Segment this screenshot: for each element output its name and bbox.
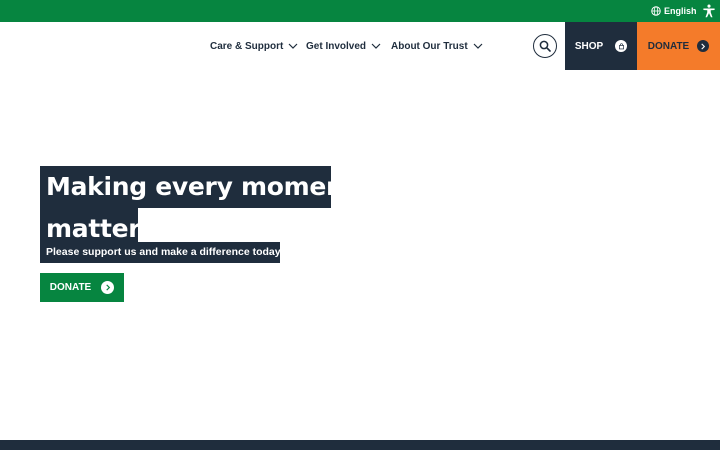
nav-item-get-involved[interactable]: Get Involved — [306, 22, 381, 70]
donate-icon-badge — [697, 40, 710, 52]
search-button[interactable] — [533, 34, 557, 58]
nav-item-label: Care & Support — [210, 40, 284, 52]
language-label: English — [664, 6, 697, 16]
shop-icon-badge — [615, 40, 628, 52]
nav-item-care-support[interactable]: Care & Support — [210, 22, 298, 70]
site-header: Care & Support Get Involved About Our Tr… — [0, 22, 720, 70]
footer-strip — [0, 440, 720, 450]
chevron-right-icon — [105, 284, 110, 291]
nav-item-about-our-trust[interactable]: About Our Trust — [391, 22, 483, 70]
accessibility-icon[interactable] — [702, 4, 716, 18]
header-donate-label: DONATE — [647, 40, 690, 52]
chevron-right-icon — [701, 42, 706, 50]
top-utility-bar: English — [0, 0, 720, 22]
nav-item-label: About Our Trust — [391, 40, 468, 52]
language-selector[interactable]: English — [651, 4, 697, 18]
globe-icon — [651, 6, 661, 16]
search-icon — [539, 40, 551, 52]
header-donate-button[interactable]: DONATE — [637, 22, 720, 70]
hero-donate-label: DONATE — [49, 282, 92, 293]
chevron-down-icon — [288, 43, 298, 49]
hero-headline-line-1: Making every moment — [40, 166, 355, 208]
hero-subheading: Please support us and make a difference … — [40, 242, 281, 263]
shop-button-label: SHOP — [574, 40, 604, 52]
hero-donate-button[interactable]: DONATE — [40, 273, 124, 302]
shopping-bag-icon — [618, 42, 624, 49]
nav-item-label: Get Involved — [306, 40, 367, 52]
chevron-down-icon — [473, 43, 483, 49]
chevron-down-icon — [371, 43, 381, 49]
shop-button[interactable]: SHOP — [565, 22, 637, 70]
hero-donate-icon-badge — [101, 281, 115, 294]
